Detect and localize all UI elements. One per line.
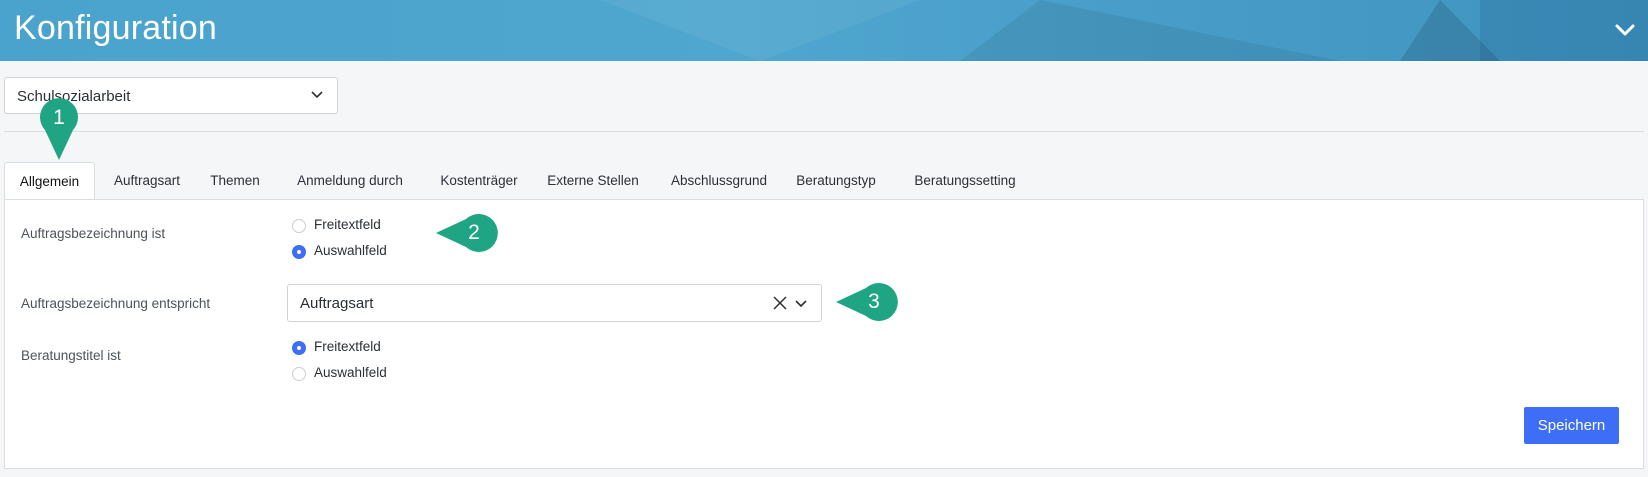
radio-button[interactable] bbox=[292, 367, 306, 381]
radio-label: Freitextfeld bbox=[314, 217, 381, 232]
radio-label: Auswahlfeld bbox=[314, 243, 387, 258]
tab-anmeldung-durch[interactable]: Anmeldung durch bbox=[284, 162, 416, 199]
header-decoration bbox=[600, 0, 920, 61]
radio-button[interactable] bbox=[292, 219, 306, 233]
callout-number: 2 bbox=[468, 221, 480, 244]
page-header: Konfiguration bbox=[0, 0, 1648, 61]
combo-value: Auftragsart bbox=[300, 295, 374, 312]
chevron-down-icon[interactable] bbox=[1614, 22, 1636, 38]
tab-beratungstyp[interactable]: Beratungstyp bbox=[788, 162, 884, 199]
chevron-down-icon[interactable] bbox=[795, 300, 807, 308]
callout-number: 1 bbox=[53, 106, 65, 129]
tab-beratungssetting[interactable]: Beratungssetting bbox=[896, 162, 1034, 199]
radio-button-checked[interactable] bbox=[292, 341, 306, 355]
divider bbox=[4, 131, 1644, 132]
radio-label: Freitextfeld bbox=[314, 339, 381, 354]
chevron-down-icon bbox=[311, 91, 323, 99]
header-decoration bbox=[960, 0, 1340, 61]
tab-abschlussgrund[interactable]: Abschlussgrund bbox=[658, 162, 780, 199]
page-title: Konfiguration bbox=[14, 9, 217, 47]
callout-marker-2: 2 bbox=[434, 213, 500, 253]
beratungstitel-ist-label: Beratungstitel ist bbox=[21, 348, 121, 363]
auftragsbezeichnung-ist-label: Auftragsbezeichnung ist bbox=[21, 226, 166, 241]
radio-label: Auswahlfeld bbox=[314, 365, 387, 380]
tab-externe-stellen[interactable]: Externe Stellen bbox=[540, 162, 646, 199]
save-button[interactable]: Speichern bbox=[1524, 407, 1619, 444]
close-icon[interactable] bbox=[773, 296, 787, 310]
radio-button-checked[interactable] bbox=[292, 245, 306, 259]
tab-kostentraeger[interactable]: Kostenträger bbox=[424, 162, 534, 199]
tab-auftragsart[interactable]: Auftragsart bbox=[97, 162, 197, 199]
settings-panel bbox=[4, 199, 1644, 469]
auftragsbezeichnung-entspricht-label: Auftragsbezeichnung entspricht bbox=[21, 296, 211, 311]
tab-themen[interactable]: Themen bbox=[200, 162, 270, 199]
tab-allgemein[interactable]: Allgemein bbox=[4, 162, 95, 200]
callout-marker-1: 1 bbox=[39, 96, 79, 162]
callout-marker-3: 3 bbox=[834, 282, 900, 322]
auftragsbezeichnung-entspricht-select[interactable]: Auftragsart bbox=[287, 284, 822, 322]
callout-number: 3 bbox=[868, 290, 880, 313]
